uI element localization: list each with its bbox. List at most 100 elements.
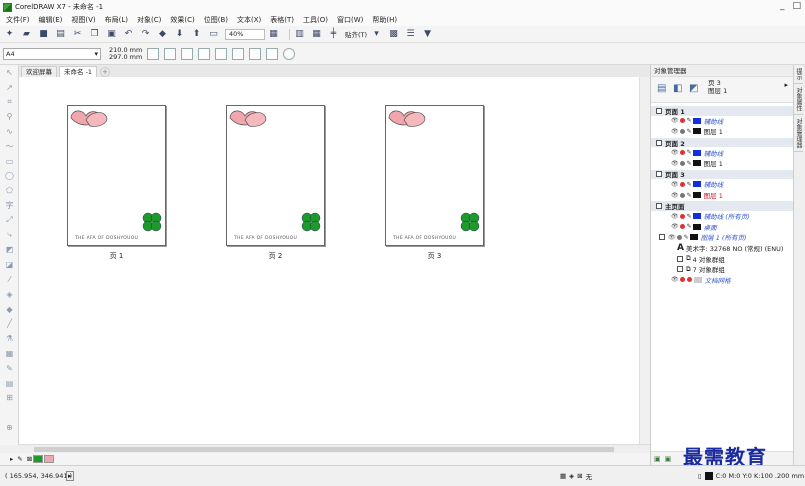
tab-untitled[interactable]: 未命名 -1 [59, 66, 98, 77]
new-layer-icon[interactable]: ▣ [654, 455, 661, 463]
rulers-icon[interactable]: ▥ [294, 29, 305, 40]
page-thumbnail-1[interactable]: THE AFA OF DOSHYOUOU [67, 105, 166, 246]
rectangle-tool-icon[interactable]: ▭ [0, 154, 19, 169]
copy-icon[interactable]: ❐ [89, 29, 100, 40]
connector-tool-icon[interactable]: ⤷ [0, 228, 19, 243]
print-icon[interactable] [676, 234, 682, 240]
crop-tool-icon[interactable]: ⌗ [0, 95, 19, 110]
layer-manager-icon[interactable]: ◩ [689, 83, 701, 95]
outline-pen-icon[interactable]: ╱ [0, 317, 19, 332]
add-tool-icon[interactable]: ⊕ [0, 420, 19, 435]
text-tool-icon[interactable]: 字 [0, 198, 19, 213]
print-icon[interactable] [679, 118, 685, 124]
tree-page-1[interactable]: 页面 1 [651, 105, 793, 116]
swatch-green[interactable] [33, 455, 44, 463]
zoom-level-select[interactable]: 40% [225, 28, 265, 40]
ellipse-tool-icon[interactable]: ◯ [0, 169, 19, 184]
paper-size-select[interactable]: A4 [3, 47, 101, 60]
menu-effects[interactable]: 效果(C) [170, 15, 194, 25]
shape-tool-icon[interactable]: ↗ [0, 80, 19, 95]
page-height-field[interactable]: 297.0 mm [109, 53, 142, 61]
visibility-eye-icon[interactable]: 👁 [671, 181, 679, 188]
snap-to-dropdown[interactable]: 贴齐(T) [345, 29, 367, 39]
import-icon[interactable]: ⬇ [174, 29, 185, 40]
visibility-eye-icon[interactable]: 👁 [671, 223, 679, 230]
tree-layer[interactable]: 👁 ✎ 图层 1 [651, 158, 793, 169]
edit-pencil-icon[interactable]: ✎ [684, 234, 689, 241]
tree-master-page[interactable]: 主页面 [651, 200, 793, 211]
new-tab-icon[interactable]: + [100, 67, 111, 77]
current-page-icon[interactable] [198, 47, 211, 60]
launch-icon[interactable]: ▼ [422, 29, 433, 40]
mesh-fill-icon[interactable]: ▦ [0, 346, 19, 361]
print-icon[interactable] [679, 213, 685, 219]
polygon-tool-icon[interactable]: ⬠ [0, 183, 19, 198]
menu-bitmaps[interactable]: 位图(B) [204, 15, 228, 25]
duplicate-distance-icon[interactable] [249, 47, 262, 60]
swatch-pink[interactable] [44, 455, 55, 463]
menu-window[interactable]: 窗口(W) [337, 15, 363, 25]
tree-master-layer[interactable]: 👁 ✎ 桌面 [651, 222, 793, 233]
print-icon[interactable] [679, 160, 685, 166]
print-icon[interactable] [679, 224, 685, 230]
landscape-icon[interactable] [164, 47, 177, 60]
open-folder-icon[interactable]: ▰ [21, 29, 32, 40]
grid-icon[interactable]: ▦ [311, 29, 322, 40]
tab-welcome[interactable]: 欢迎屏幕 [21, 66, 57, 77]
nudge-icon[interactable] [232, 47, 245, 60]
collapse-toggle[interactable] [677, 266, 683, 273]
knife-tool-icon[interactable]: ✎ [0, 361, 19, 376]
export-icon[interactable]: ⬆ [191, 29, 202, 40]
portrait-icon[interactable] [147, 47, 160, 60]
print-icon[interactable] [679, 277, 685, 283]
print-icon[interactable] [679, 128, 685, 134]
tree-layer[interactable]: 👁 ✎ 图层 1 [651, 126, 793, 137]
tree-layer[interactable]: 👁 ✎ 辅助线 [651, 147, 793, 158]
table-tool-icon[interactable]: ▤ [0, 376, 19, 391]
visibility-eye-icon[interactable]: 👁 [671, 213, 679, 220]
no-color-swatch-icon[interactable]: ⊠ [27, 455, 32, 463]
print-icon[interactable] [679, 181, 685, 187]
redo-icon[interactable]: ↷ [140, 29, 151, 40]
undo-icon[interactable]: ↶ [123, 29, 134, 40]
edit-pencil-icon[interactable]: ✎ [687, 128, 692, 135]
docker-tab-hints[interactable]: 提示 [794, 65, 803, 84]
menu-tools[interactable]: 工具(O) [303, 15, 328, 25]
edit-pencil-icon[interactable]: ✎ [687, 160, 692, 167]
visibility-eye-icon[interactable]: 👁 [671, 149, 679, 156]
visibility-eye-icon[interactable]: 👁 [671, 117, 679, 124]
menu-view[interactable]: 视图(V) [71, 15, 95, 25]
units-icon[interactable] [215, 47, 228, 60]
docker-tab-object-manager[interactable]: 对象管理器 [794, 115, 803, 152]
cut-icon[interactable]: ✂ [72, 29, 83, 40]
expand-arrow-icon[interactable]: ▸ [784, 81, 788, 89]
visibility-eye-icon[interactable]: 👁 [671, 192, 679, 199]
drop-shadow-icon[interactable]: ◩ [0, 243, 19, 258]
smart-fill-icon[interactable]: ◆ [0, 302, 19, 317]
tree-master-layer[interactable]: 👁 ✎ 辅助线 (所有页) [651, 211, 793, 222]
eyedropper-tool-icon[interactable]: ⁄ [0, 272, 19, 287]
edit-icon[interactable] [686, 277, 692, 283]
full-screen-icon[interactable]: ▦ [268, 29, 279, 40]
menu-file[interactable]: 文件(F) [6, 15, 30, 25]
menu-help[interactable]: 帮助(H) [372, 15, 397, 25]
artistic-media-icon[interactable]: 〜 [0, 139, 19, 154]
print-icon[interactable] [679, 192, 685, 198]
visibility-eye-icon[interactable]: 👁 [671, 160, 679, 167]
outline-status[interactable]: ▯ C:0 M:0 Y:0 K:100 .200 mm [698, 472, 804, 480]
blend-tool-icon[interactable]: ⊞ [0, 391, 19, 406]
menu-edit[interactable]: 编辑(E) [39, 15, 63, 25]
page-thumbnail-3[interactable]: THE AFA OF DOSHYOUOU [385, 105, 484, 246]
page-thumbnail-2[interactable]: THE AFA OF DOSHYOUOU [226, 105, 325, 246]
collapse-toggle[interactable] [656, 203, 662, 210]
restore-button[interactable]: □ [792, 1, 801, 11]
search-content-icon[interactable]: ◆ [157, 29, 168, 40]
play-arrow-icon[interactable]: ▸ [66, 471, 74, 481]
snap-arrow-icon[interactable]: ▾ [371, 29, 382, 40]
tree-page-3[interactable]: 页面 3 [651, 168, 793, 179]
zoom-tool-icon[interactable]: ⚲ [0, 109, 19, 124]
docker-tab-properties[interactable]: 对象属性 [794, 84, 803, 115]
tree-master-layer[interactable]: 👁 ✎ 图层 1 (所有页) [651, 232, 793, 243]
drawing-canvas[interactable]: THE AFA OF DOSHYOUOU 页 1 THE AFA OF DOSH… [19, 77, 639, 444]
freehand-tool-icon[interactable]: ∿ [0, 124, 19, 139]
